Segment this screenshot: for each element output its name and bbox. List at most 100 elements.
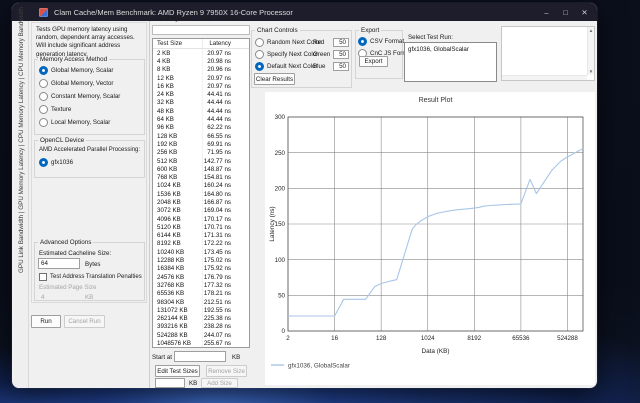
table-row[interactable]: 48 KB44.44 ns	[153, 107, 249, 115]
table-row[interactable]: 262144 KB225.38 ns	[153, 315, 249, 323]
table-row[interactable]: 8192 KB172.22 ns	[153, 240, 249, 248]
radio-unselected-icon[interactable]	[39, 118, 48, 127]
table-row[interactable]: 5120 KB170.71 ns	[153, 223, 249, 231]
results-table[interactable]: Test Size Latency 2 KB20.97 ns4 KB20.98 …	[152, 38, 250, 348]
table-row[interactable]: 256 KB71.95 ns	[153, 149, 249, 157]
green-value-input[interactable]: 50	[333, 50, 349, 59]
translation-penalties-checkbox[interactable]	[39, 273, 47, 281]
table-row[interactable]: 24576 KB176.79 ns	[153, 273, 249, 281]
vertical-scrollbar[interactable]: ▲ ▼	[587, 27, 594, 75]
table-row[interactable]: 2 KB20.97 ns	[153, 49, 249, 57]
scroll-up-icon[interactable]: ▲	[589, 28, 593, 33]
table-row[interactable]: 24 KB44.41 ns	[153, 90, 249, 98]
cacheline-unit-label: Bytes	[85, 261, 100, 268]
radio-selected-icon[interactable]	[358, 37, 367, 46]
start-at-input[interactable]	[174, 351, 226, 362]
table-row[interactable]: 600 KB148.87 ns	[153, 165, 249, 173]
table-row[interactable]: 8 KB20.96 ns	[153, 66, 249, 74]
table-row[interactable]: 1048576 KB255.67 ns	[153, 339, 249, 347]
radio-selected-icon[interactable]	[39, 66, 48, 75]
edit-test-sizes-button[interactable]: Edit Test Sizes	[155, 365, 200, 377]
page-size-value: 4	[41, 294, 44, 301]
tab-strip-labels[interactable]: GPU Link Bandwidth | GPU Memory Latency …	[15, 23, 29, 273]
latency-cell: 44.44 ns	[203, 99, 249, 106]
table-row[interactable]: 192 KB69.91 ns	[153, 140, 249, 148]
translation-penalties-label: Test Address Translation Penalties	[50, 274, 142, 280]
run-button[interactable]: Run	[31, 315, 61, 328]
radio-option-gfx1036[interactable]: gfx1036	[39, 156, 143, 168]
latency-cell: 20.97 ns	[203, 50, 249, 57]
latency-cell: 20.98 ns	[203, 58, 249, 65]
radio-label: Local Memory, Scalar	[51, 119, 110, 126]
latency-column-header[interactable]: Latency	[203, 39, 249, 48]
table-row[interactable]: 32 KB44.44 ns	[153, 99, 249, 107]
radio-label: Global Memory, Vector	[51, 80, 113, 87]
svg-text:50: 50	[278, 293, 285, 300]
radio-unselected-icon[interactable]	[39, 105, 48, 114]
scroll-down-icon[interactable]: ▼	[589, 69, 593, 74]
table-row[interactable]: 16 KB20.97 ns	[153, 82, 249, 90]
minimize-button[interactable]: –	[537, 3, 556, 21]
svg-text:150: 150	[275, 221, 286, 228]
radio-unselected-icon[interactable]	[255, 38, 264, 47]
table-row[interactable]: 6144 KB171.31 ns	[153, 232, 249, 240]
radio-unselected-icon[interactable]	[39, 92, 48, 101]
table-row[interactable]: 3072 KB169.04 ns	[153, 207, 249, 215]
test-run-listbox[interactable]: gfx1036, GlobalScalar	[404, 42, 497, 82]
table-row[interactable]: 128 KB66.55 ns	[153, 132, 249, 140]
table-row[interactable]: 1536 KB164.80 ns	[153, 190, 249, 198]
table-row[interactable]: 768 KB154.81 ns	[153, 173, 249, 181]
table-row[interactable]: 12288 KB175.02 ns	[153, 256, 249, 264]
table-row[interactable]: 2048 KB166.87 ns	[153, 198, 249, 206]
table-row[interactable]: 32768 KB177.32 ns	[153, 281, 249, 289]
table-row[interactable]: 12 KB20.97 ns	[153, 74, 249, 82]
cacheline-size-input[interactable]: 64	[38, 258, 80, 269]
radio-selected-icon[interactable]	[39, 158, 48, 167]
table-row[interactable]: 65536 KB178.21 ns	[153, 290, 249, 298]
clear-results-button[interactable]: Clear Results	[254, 73, 295, 85]
horizontal-scrollbar[interactable]	[502, 75, 587, 80]
radio-option-local-memory-scalar[interactable]: Local Memory, Scalar	[39, 116, 143, 129]
add-size-input[interactable]	[155, 378, 185, 388]
export-button[interactable]: Export	[359, 56, 388, 67]
radio-option-default-next-color[interactable]: Default Next Color	[255, 61, 313, 73]
start-at-label: Start at	[152, 354, 172, 361]
table-row[interactable]: 524288 KB244.07 ns	[153, 331, 249, 339]
table-row[interactable]: 393216 KB238.28 ns	[153, 323, 249, 331]
radio-option-global-memory-vector[interactable]: Global Memory, Vector	[39, 77, 143, 90]
close-button[interactable]: ✕	[575, 3, 594, 21]
table-row[interactable]: 131072 KB192.55 ns	[153, 306, 249, 314]
radio-unselected-icon[interactable]	[255, 50, 264, 59]
test-size-column-header[interactable]: Test Size	[153, 39, 203, 48]
size-cell: 32 KB	[153, 99, 203, 107]
table-row[interactable]: 64 KB44.44 ns	[153, 115, 249, 123]
red-value-input[interactable]: 50	[333, 38, 349, 47]
radio-selected-icon[interactable]	[255, 62, 264, 71]
table-row[interactable]: 512 KB142.77 ns	[153, 157, 249, 165]
svg-text:Data (KB): Data (KB)	[421, 348, 449, 355]
radio-unselected-icon[interactable]	[39, 79, 48, 88]
table-row[interactable]: 4 KB20.98 ns	[153, 57, 249, 65]
size-cell: 600 KB	[153, 165, 203, 173]
select-test-run-label: Select Test Run:	[408, 34, 453, 41]
radio-option-random-next-color[interactable]: Random Next Color	[255, 36, 313, 48]
table-row[interactable]: 16384 KB175.92 ns	[153, 265, 249, 273]
memory-access-radio-group: Global Memory, Scalar Global Memory, Vect…	[39, 64, 143, 129]
table-row[interactable]: 96 KB62.22 ns	[153, 124, 249, 132]
blue-value-input[interactable]: 50	[333, 62, 349, 71]
run-status-text: Run finished	[201, 15, 235, 22]
radio-option-texture[interactable]: Texture	[39, 103, 143, 116]
test-run-item[interactable]: gfx1036, GlobalScalar	[405, 45, 496, 54]
table-row[interactable]: 98304 KB212.51 ns	[153, 298, 249, 306]
radio-option-constant-memory-scalar[interactable]: Constant Memory, Scalar	[39, 90, 143, 103]
remove-size-button: Remove Size	[206, 365, 247, 377]
size-cell: 24 KB	[153, 90, 203, 98]
maximize-button[interactable]: □	[556, 3, 575, 21]
radio-option-specify-next-color[interactable]: Specify Next Color	[255, 48, 313, 60]
table-row[interactable]: 1024 KB160.24 ns	[153, 182, 249, 190]
table-row[interactable]: 10240 KB173.45 ns	[153, 248, 249, 256]
size-cell: 1048576 KB	[153, 339, 203, 347]
table-row[interactable]: 4096 KB170.17 ns	[153, 215, 249, 223]
radio-option-global-memory-scalar[interactable]: Global Memory, Scalar	[39, 64, 143, 77]
results-textbox[interactable]: ▲ ▼	[501, 26, 595, 81]
